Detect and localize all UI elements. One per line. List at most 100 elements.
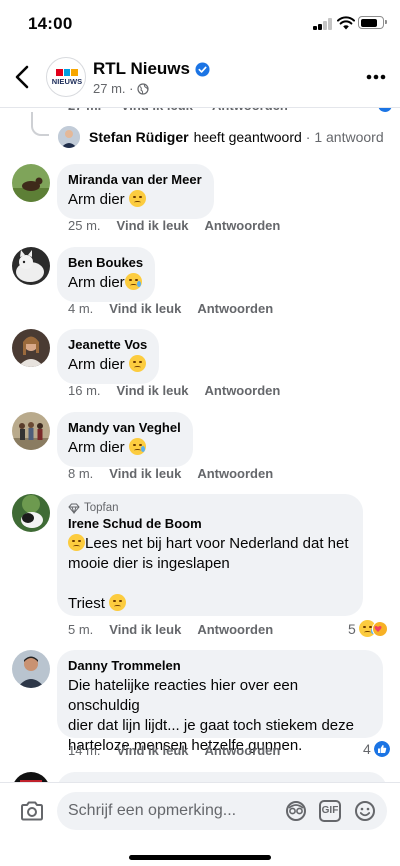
comment-input-container[interactable]: GIF (57, 792, 387, 830)
gif-icon[interactable]: GIF (319, 800, 341, 822)
comment-author[interactable]: Irene Schud de Boom (68, 516, 351, 532)
reaction-count: 4 (363, 741, 371, 757)
avatar[interactable] (12, 247, 50, 285)
reply-link[interactable]: Antwoorden (197, 301, 273, 316)
comment-bubble: Mandy van Veghel Arm dier (57, 412, 193, 467)
comment-text-content: Arm dier (68, 274, 125, 291)
thread-connector (31, 112, 49, 136)
comment-bubble: Jeanette Vos Arm dier (57, 329, 160, 384)
reply-link[interactable]: Antwoorden (205, 383, 281, 398)
comment-time: 25 m. (68, 218, 101, 233)
comment-author[interactable]: Danny Trommelen (68, 658, 371, 674)
comment-time: 5 m. (68, 622, 94, 637)
post-header: NIEUWS RTL Nieuws 27 m. · (0, 48, 400, 108)
comment-text: Arm dier (68, 190, 202, 210)
comment-bubble: Danny Trommelen Die hatelijke reacties h… (57, 650, 383, 754)
badge-label: Topfan (84, 502, 119, 514)
reply-author[interactable]: Stefan Rüdiger (89, 129, 189, 145)
like-link[interactable]: Vind ik leuk (109, 466, 181, 481)
like-reaction-icon (373, 741, 390, 757)
camera-icon[interactable] (20, 801, 44, 821)
comment-text-line: Triest (68, 595, 110, 612)
comment-bubble (57, 772, 387, 782)
crying-emoji-icon (128, 438, 146, 455)
reaction-summary[interactable]: 5 (348, 620, 388, 637)
comment-text: Arm dier (68, 438, 181, 458)
comment-input[interactable] (68, 792, 278, 830)
post-meta: 27 m. · (93, 81, 150, 96)
like-link[interactable]: Vind ik leuk (117, 218, 189, 233)
comment-meta: 25 m. Vind ik leuk Antwoorden (68, 218, 280, 233)
pensive-emoji-icon (128, 190, 146, 207)
comment-meta: 4 m. Vind ik leuk Antwoorden (68, 301, 273, 316)
avatar[interactable] (12, 329, 50, 367)
avatar[interactable] (12, 772, 50, 782)
like-link[interactable]: Vind ik leuk (109, 622, 181, 637)
comment-author[interactable]: Miranda van der Meer (68, 172, 202, 188)
reply-link[interactable]: Antwoorden (197, 466, 273, 481)
reply-link[interactable]: Antwoorden (205, 218, 281, 233)
comment-time: 4 m. (68, 301, 94, 316)
avatar-sticker-icon[interactable] (285, 800, 307, 822)
avatar[interactable] (12, 412, 50, 450)
comment-text: Arm dier (68, 355, 147, 375)
logo-wordmark: NIEUWS (51, 77, 83, 86)
wifi-icon (337, 16, 355, 30)
cellular-signal-icon (313, 18, 333, 30)
disappointed-emoji-icon (109, 594, 127, 611)
comment-text-content: Arm dier (68, 191, 129, 208)
comment-author[interactable]: Jeanette Vos (68, 337, 147, 353)
more-options-icon[interactable] (366, 74, 386, 80)
comment-meta: 16 m. Vind ik leuk Antwoorden (68, 383, 280, 398)
comment-text-line: dier dat lijn lijdt... je gaat toch stie… (68, 717, 354, 734)
page-name[interactable]: RTL Nieuws (93, 59, 210, 79)
disappointed-emoji-icon (68, 534, 85, 551)
comment-author[interactable]: Ben Boukes (68, 255, 143, 271)
battery-icon (358, 16, 387, 29)
reply-link[interactable]: Antwoorden (205, 743, 281, 758)
comment-meta: 14 m. Vind ik leuk Antwoorden (68, 743, 280, 758)
comment-author[interactable]: Mandy van Veghel (68, 420, 181, 436)
status-time: 14:00 (28, 14, 73, 33)
care-reaction-icon (371, 620, 388, 637)
comment-text-line: mooie dier is ingeslapen (68, 555, 230, 572)
reply-count: · 1 antwoord (305, 129, 384, 145)
home-indicator (129, 855, 271, 860)
page-name-text[interactable]: RTL Nieuws (93, 59, 190, 79)
avatar[interactable] (12, 650, 50, 688)
comment-bubble: Miranda van der Meer Arm dier (57, 164, 214, 219)
back-chevron-icon[interactable] (12, 64, 34, 90)
comment-meta: 8 m. Vind ik leuk Antwoorden (68, 466, 273, 481)
like-link[interactable]: Vind ik leuk (109, 301, 181, 316)
reply-text: heeft geantwoord (193, 129, 302, 145)
reaction-count: 5 (348, 620, 356, 637)
comment-text-line: Die hatelijke reacties hier over een ons… (68, 677, 299, 714)
comment-meta: 5 m. Vind ik leuk Antwoorden (68, 622, 273, 637)
emoji-icon[interactable] (354, 800, 376, 822)
like-link[interactable]: Vind ik leuk (117, 743, 189, 758)
verified-badge-icon (195, 61, 210, 77)
comment-bubble: Ben Boukes Arm dier (57, 247, 156, 302)
comment-text-line: Lees net bij hart voor Nederland dat het (85, 535, 349, 552)
comment-bubble: Topfan Irene Schud de Boom Lees net bij … (57, 494, 363, 616)
replies-preview[interactable]: Stefan Rüdiger heeft geantwoord · 1 antw… (58, 125, 384, 149)
avatar (58, 126, 80, 148)
crying-emoji-icon (124, 273, 142, 290)
post-time: 27 m. · (93, 81, 134, 96)
reaction-summary[interactable]: 4 (363, 741, 390, 757)
topfan-badge: Topfan (68, 502, 351, 514)
diamond-icon (68, 503, 80, 514)
rtl-nieuws-logo[interactable]: NIEUWS (46, 57, 86, 97)
comment-time: 8 m. (68, 466, 94, 481)
avatar[interactable] (12, 164, 50, 202)
comments-feed[interactable]: 27 m. Vind ik leuk Antwoorden Stefan Rüd… (0, 92, 400, 782)
status-bar: 14:00 (0, 0, 400, 48)
comment-text-content: Arm dier (68, 356, 129, 373)
avatar[interactable] (12, 494, 50, 532)
globe-icon (137, 82, 150, 95)
comment-composer: GIF (0, 782, 400, 866)
reply-link[interactable]: Antwoorden (197, 622, 273, 637)
like-link[interactable]: Vind ik leuk (117, 383, 189, 398)
comment-time: 14 m. (68, 743, 101, 758)
comment-text: Arm dier (68, 273, 143, 293)
